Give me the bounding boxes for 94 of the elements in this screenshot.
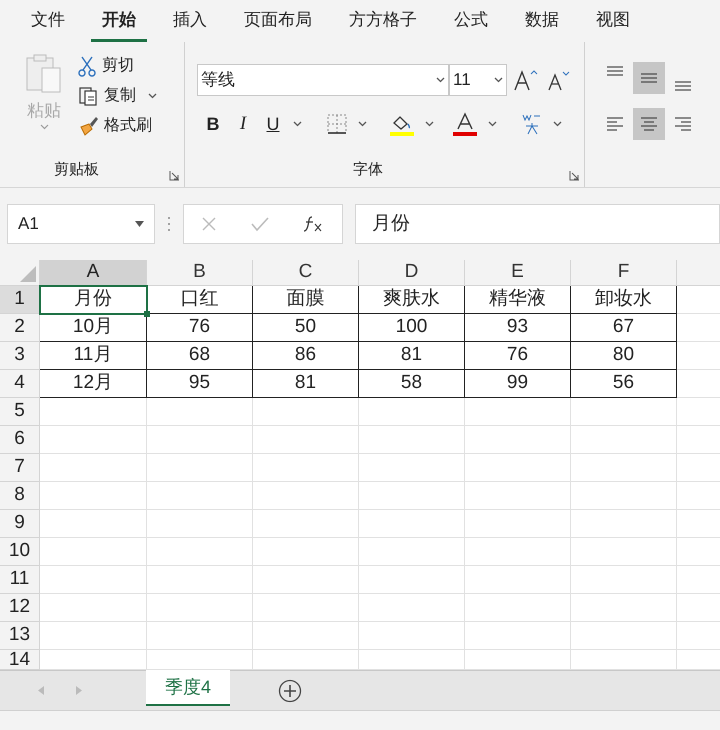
formula-field[interactable]: 月份: [355, 204, 720, 244]
font-color-icon[interactable]: [452, 111, 478, 138]
borders-icon[interactable]: [326, 113, 348, 136]
dialog-launcher-icon[interactable]: [569, 170, 580, 181]
row-header[interactable]: 14: [0, 650, 40, 670]
group-label: 剪贴板: [54, 160, 99, 180]
phonetic-guide-icon[interactable]: [521, 112, 543, 136]
check-icon[interactable]: [250, 216, 270, 232]
caret-icon: [488, 121, 497, 128]
align-icon: [606, 66, 624, 76]
table-cell: 卸妆水: [571, 286, 677, 314]
table-cell: 95: [147, 370, 253, 398]
table-cell: 爽肤水: [359, 286, 465, 314]
dropdown-icon[interactable]: [135, 221, 144, 227]
add-sheet-icon[interactable]: [278, 679, 302, 703]
row-header[interactable]: 1: [0, 286, 40, 314]
row-header[interactable]: 8: [0, 482, 40, 510]
column-header[interactable]: D: [359, 260, 465, 285]
table-cell: 86: [253, 342, 359, 370]
table-cell: 月份: [40, 286, 147, 314]
align-icon: [606, 117, 624, 131]
row-header[interactable]: 7: [0, 454, 40, 482]
table-cell: 100: [359, 314, 465, 342]
ribbon-tab[interactable]: 方方格子: [338, 0, 428, 42]
table-cell: 10月: [40, 314, 147, 342]
column-header[interactable]: A: [40, 260, 147, 285]
caret-icon: [293, 121, 302, 128]
sheet-tab[interactable]: 季度4: [146, 670, 230, 706]
ribbon-tab[interactable]: 文件: [20, 0, 76, 42]
table-cell: 81: [253, 370, 359, 398]
align-icon: [640, 73, 658, 83]
table-cell: 50: [253, 314, 359, 342]
table-cell: 99: [465, 370, 571, 398]
fill-handle[interactable]: [144, 311, 150, 317]
ribbon-tab[interactable]: 插入: [162, 0, 218, 42]
ribbon-tab[interactable]: 数据: [514, 0, 570, 42]
table-cell: 面膜: [253, 286, 359, 314]
column-header[interactable]: C: [253, 260, 359, 285]
caret-icon: [425, 121, 434, 128]
row-header[interactable]: 2: [0, 314, 40, 342]
table-cell: 67: [571, 314, 677, 342]
table-cell: 68: [147, 342, 253, 370]
row-header[interactable]: 3: [0, 342, 40, 370]
caret-icon: [358, 121, 367, 128]
table-cell: 56: [571, 370, 677, 398]
table-cell: 口红: [147, 286, 253, 314]
font-size-field[interactable]: 11: [449, 64, 507, 96]
paintbrush-icon: [78, 115, 100, 137]
cut-button[interactable]: 剪切: [78, 54, 157, 78]
table-cell: 58: [359, 370, 465, 398]
table-cell: 76: [465, 342, 571, 370]
align-icon: [640, 117, 658, 131]
more-icon: [167, 216, 171, 232]
table-cell: 80: [571, 342, 677, 370]
column-header[interactable]: B: [147, 260, 253, 285]
bold-button[interactable]: B: [203, 110, 223, 138]
row-header[interactable]: 11: [0, 566, 40, 594]
align-icon: [674, 81, 692, 91]
row-header[interactable]: 6: [0, 426, 40, 454]
copy-button[interactable]: 复制: [78, 84, 157, 108]
ribbon-tab[interactable]: 页面布局: [233, 0, 323, 42]
caret-icon: [436, 77, 445, 83]
column-header[interactable]: F: [571, 260, 677, 285]
table-cell: 81: [359, 342, 465, 370]
row-header[interactable]: 13: [0, 622, 40, 650]
row-header[interactable]: 10: [0, 538, 40, 566]
format-painter-button[interactable]: 格式刷: [78, 114, 157, 138]
underline-button[interactable]: U: [263, 110, 283, 138]
caret-icon: [148, 93, 157, 99]
ribbon-tab[interactable]: 视图: [585, 0, 641, 42]
table-cell: 12月: [40, 370, 147, 398]
column-header[interactable]: E: [465, 260, 571, 285]
caret-icon: [40, 124, 48, 130]
increase-font-size-icon[interactable]: [513, 68, 539, 92]
row-header[interactable]: 9: [0, 510, 40, 538]
caret-icon: [494, 77, 503, 83]
align-button[interactable]: [633, 62, 665, 94]
row-header[interactable]: 12: [0, 594, 40, 622]
group-label: 字体: [353, 160, 383, 180]
table-cell: 精华液: [465, 286, 571, 314]
table-cell: 93: [465, 314, 571, 342]
ribbon-tab[interactable]: 公式: [443, 0, 499, 42]
table-cell: 76: [147, 314, 253, 342]
name-box[interactable]: A1: [7, 204, 155, 244]
caret-icon: [553, 121, 562, 128]
align-button[interactable]: [633, 108, 665, 140]
font-name-field[interactable]: 等线: [197, 64, 449, 96]
scissors-icon: [78, 55, 96, 77]
table-cell: 11月: [40, 342, 147, 370]
row-header[interactable]: 5: [0, 398, 40, 426]
row-header[interactable]: 4: [0, 370, 40, 398]
italic-button[interactable]: I: [233, 110, 253, 138]
dialog-launcher-icon[interactable]: [169, 170, 180, 181]
align-icon: [674, 117, 692, 131]
